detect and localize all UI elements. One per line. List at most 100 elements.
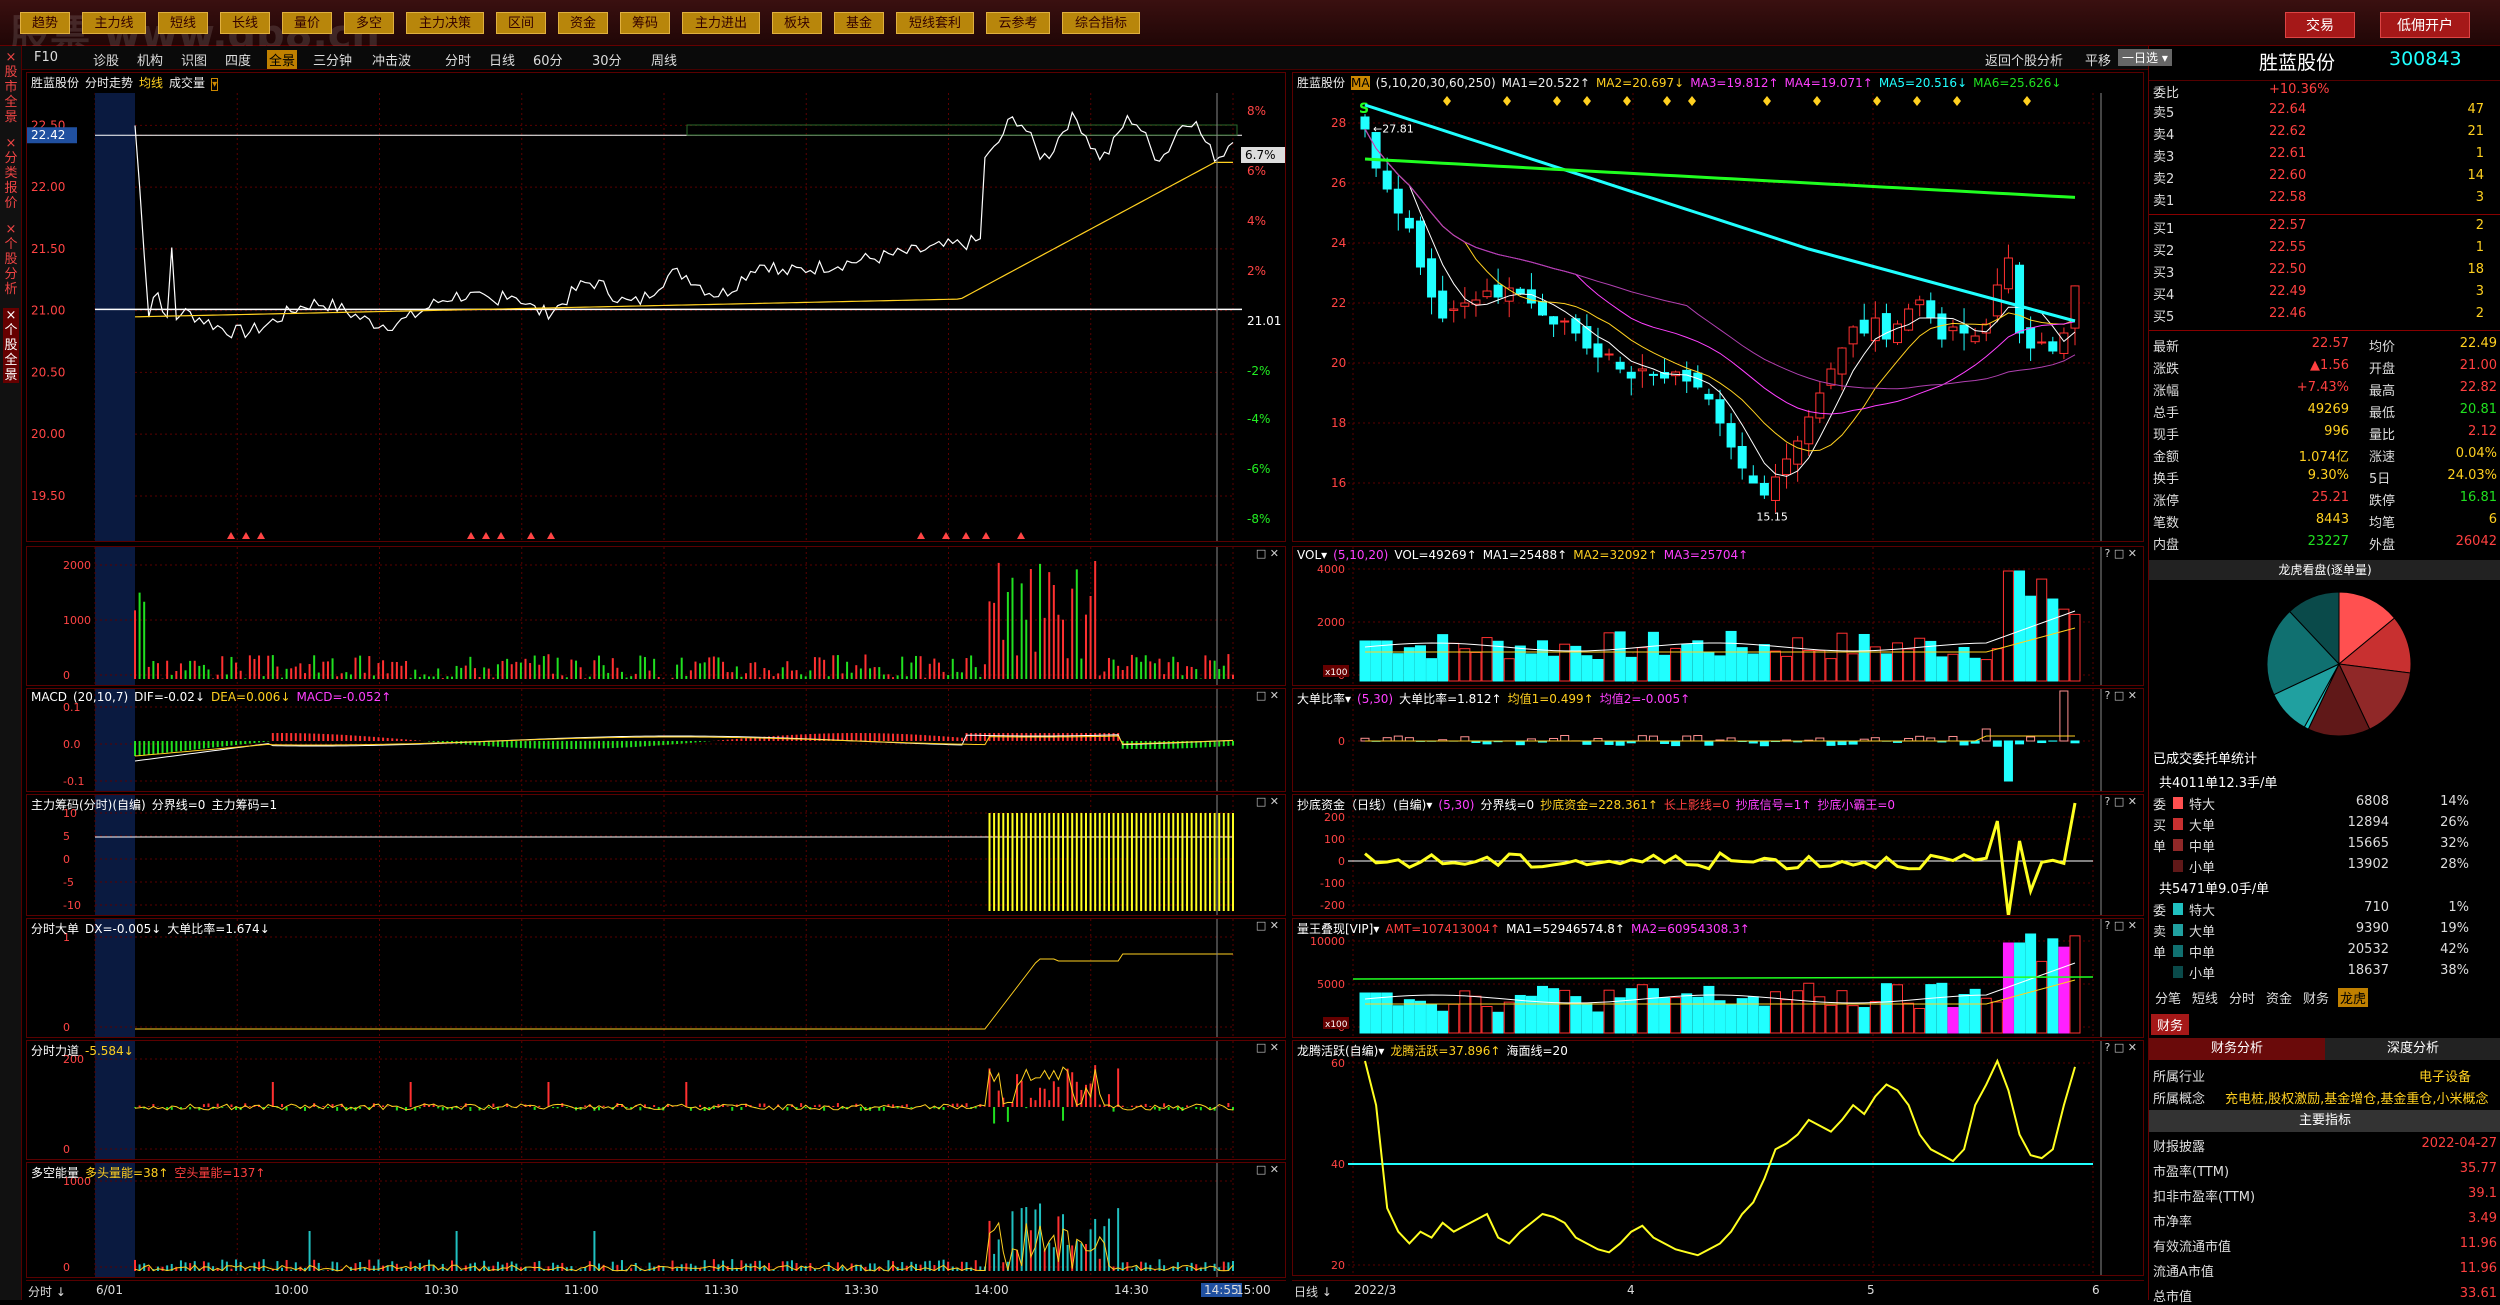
stat-label: 换手 bbox=[2153, 468, 2179, 487]
event-diamond bbox=[1443, 96, 1451, 106]
candle-body bbox=[1461, 303, 1469, 306]
toolbar-item-0[interactable]: F10 bbox=[32, 50, 60, 65]
open-account-button[interactable]: 低佣开户 bbox=[2380, 12, 2470, 38]
topbar-item-6[interactable]: 主力决策 bbox=[406, 12, 484, 34]
panel-close-icon[interactable]: ? □ ✕ bbox=[2105, 1041, 2137, 1054]
panel-value: 空头量能=137↑ bbox=[174, 1166, 265, 1180]
toolbar-item-5[interactable]: 全景 bbox=[267, 50, 297, 69]
panel-close-icon[interactable]: ? □ ✕ bbox=[2105, 547, 2137, 560]
candle-body bbox=[1516, 289, 1524, 294]
quote-tab-3[interactable]: 资金 bbox=[2264, 988, 2294, 1007]
topbar-item-14[interactable]: 云参考 bbox=[986, 12, 1050, 34]
topbar-item-4[interactable]: 量价 bbox=[282, 12, 332, 34]
left-tab-3[interactable]: × 个股全景 bbox=[3, 308, 19, 383]
toolbar-item-4[interactable]: 四度 bbox=[223, 50, 253, 69]
panel-close-icon[interactable]: □ ✕ bbox=[1256, 795, 1279, 808]
quote-tab-4[interactable]: 财务 bbox=[2301, 988, 2331, 1007]
back-to-analysis[interactable]: 返回个股分析 bbox=[1985, 50, 2063, 69]
toolbar-item-11[interactable]: 30分 bbox=[590, 50, 624, 69]
panel-tick: 0 bbox=[63, 1143, 70, 1156]
candle-body bbox=[1627, 372, 1635, 378]
left-tab-2[interactable]: × 个股分析 bbox=[3, 222, 19, 297]
pan-button[interactable]: 平移 bbox=[2085, 50, 2111, 69]
panel-close-icon[interactable]: □ ✕ bbox=[1256, 919, 1279, 932]
toolbar-item-6[interactable]: 三分钟 bbox=[311, 50, 354, 69]
order-pct: 38% bbox=[2429, 963, 2469, 978]
premarket-zone bbox=[95, 547, 135, 686]
order-pct: 32% bbox=[2429, 836, 2469, 851]
panel-value: 海面线=20 bbox=[1507, 1044, 1568, 1058]
candle-body bbox=[2038, 342, 2046, 343]
left-panel-dkn: 10000多空能量多头量能=38↑空头量能=137↑□ ✕ bbox=[26, 1162, 1286, 1278]
candle-body bbox=[1860, 320, 1868, 333]
trade-button[interactable]: 交易 bbox=[2285, 12, 2355, 38]
stat-label: 内盘 bbox=[2153, 534, 2179, 553]
vol-bar bbox=[1893, 985, 1903, 1033]
topbar-item-0[interactable]: 趋势 bbox=[20, 12, 70, 34]
panel-close-icon[interactable]: ? □ ✕ bbox=[2105, 689, 2137, 702]
order-type: 大单 bbox=[2189, 921, 2215, 940]
fin-tab-2[interactable]: 深度分析 bbox=[2325, 1038, 2500, 1060]
event-diamond bbox=[1623, 96, 1631, 106]
topbar-item-10[interactable]: 主力进出 bbox=[682, 12, 760, 34]
panel-close-icon[interactable]: ? □ ✕ bbox=[2105, 919, 2137, 932]
ratio-bar bbox=[1694, 736, 1702, 741]
stat-value2: 2.12 bbox=[2429, 424, 2497, 439]
topbar-item-11[interactable]: 板块 bbox=[772, 12, 822, 34]
toolbar-item-1[interactable]: 诊股 bbox=[91, 50, 121, 69]
topbar-item-13[interactable]: 短线套利 bbox=[896, 12, 974, 34]
order-type: 小单 bbox=[2189, 857, 2215, 876]
candle-body bbox=[1971, 336, 1979, 342]
panel-close-icon[interactable]: ? □ ✕ bbox=[2105, 795, 2137, 808]
toolbar-item-7[interactable]: 冲击波 bbox=[370, 50, 413, 69]
stat-label: 最新 bbox=[2153, 336, 2179, 355]
candle-body bbox=[1649, 374, 1657, 375]
toolbar-item-8[interactable]: 分时 bbox=[443, 50, 473, 69]
topbar-item-5[interactable]: 多空 bbox=[344, 12, 394, 34]
toolbar-item-9[interactable]: 日线 bbox=[487, 50, 517, 69]
topbar-item-8[interactable]: 资金 bbox=[558, 12, 608, 34]
panel-close-icon[interactable]: □ ✕ bbox=[1256, 1163, 1279, 1176]
panel-close-icon[interactable]: □ ✕ bbox=[1256, 1041, 1279, 1054]
fin-label[interactable]: 财务 bbox=[2151, 1014, 2189, 1035]
day-select[interactable]: 一日选 ▾ bbox=[2118, 49, 2172, 66]
topbar-item-9[interactable]: 筹码 bbox=[620, 12, 670, 34]
panel-tick: 2000 bbox=[1317, 616, 1345, 629]
topbar-item-7[interactable]: 区间 bbox=[496, 12, 546, 34]
quote-tab-1[interactable]: 短线 bbox=[2190, 988, 2220, 1007]
toolbar-item-3[interactable]: 识图 bbox=[179, 50, 209, 69]
quote-tab-5[interactable]: 龙虎 bbox=[2338, 988, 2368, 1007]
fin-tab-1[interactable]: 财务分析 bbox=[2149, 1038, 2325, 1060]
topbar-item-1[interactable]: 主力线 bbox=[82, 12, 146, 34]
fin-row-label: 财报披露 bbox=[2153, 1136, 2205, 1155]
minute-label[interactable]: 分时 ↓ bbox=[28, 1283, 66, 1300]
toolbar-item-10[interactable]: 60分 bbox=[531, 50, 565, 69]
quote-tab-2[interactable]: 分时 bbox=[2227, 988, 2257, 1007]
order-count: 18637 bbox=[2309, 963, 2389, 978]
candle-body bbox=[1916, 300, 1924, 305]
topbar-item-15[interactable]: 综合指标 bbox=[1062, 12, 1140, 34]
left-tab-1[interactable]: × 分类报价 bbox=[3, 136, 19, 211]
candle-body bbox=[1760, 483, 1768, 495]
panel-close-icon[interactable]: □ ✕ bbox=[1256, 547, 1279, 560]
quote-stock-code: 300843 bbox=[2389, 48, 2462, 70]
time-tick: 6/01 bbox=[96, 1283, 123, 1297]
toolbar-item-12[interactable]: 周线 bbox=[649, 50, 679, 69]
panel-params: (5,10,20) bbox=[1333, 548, 1388, 562]
panel-close-icon[interactable]: □ ✕ bbox=[1256, 689, 1279, 702]
fin-row-label: 流通A市值 bbox=[2153, 1261, 2214, 1280]
toolbar-item-2[interactable]: 机构 bbox=[135, 50, 165, 69]
sell-volume: 3 bbox=[2439, 190, 2484, 205]
quote-tab-0[interactable]: 分笔 bbox=[2153, 988, 2183, 1007]
topbar-item-3[interactable]: 长线 bbox=[220, 12, 270, 34]
ma60-line bbox=[1365, 105, 2075, 321]
topbar-item-2[interactable]: 短线 bbox=[158, 12, 208, 34]
candle-body bbox=[1494, 285, 1502, 297]
sell-price: 22.64 bbox=[2269, 102, 2306, 117]
left-tab-0[interactable]: × 股市全景 bbox=[3, 50, 19, 125]
period-label[interactable]: 日线 ↓ bbox=[1294, 1283, 1332, 1300]
fin-row-value: 35.77 bbox=[2379, 1161, 2497, 1176]
vol-bar bbox=[1726, 631, 1736, 681]
panel-tick: 40 bbox=[1331, 1158, 1345, 1171]
topbar-item-12[interactable]: 基金 bbox=[834, 12, 884, 34]
